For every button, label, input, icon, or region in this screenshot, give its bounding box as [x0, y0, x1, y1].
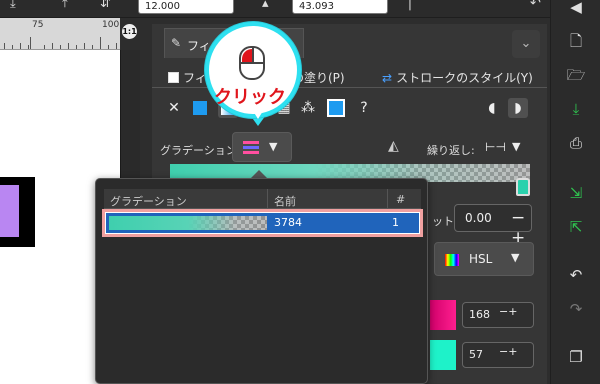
- channel-value: 57: [469, 348, 483, 361]
- tab-fill[interactable]: フィ: [168, 69, 207, 86]
- gradient-usage-count: 1: [392, 216, 399, 229]
- channel-swatch[interactable]: [430, 300, 456, 330]
- tab-stroke-style[interactable]: ⇄ ストロークのスタイル(Y): [382, 69, 533, 86]
- color-mode-select[interactable]: HSL ▼: [434, 242, 534, 276]
- purple-fill-shape[interactable]: [0, 185, 19, 237]
- caret-down-icon: ▼: [511, 251, 520, 264]
- ruler-label: 100: [102, 20, 120, 30]
- fill-checkbox-icon: [168, 72, 179, 83]
- ruler-label: 75: [32, 20, 44, 30]
- undo-icon[interactable]: ↶: [565, 264, 587, 286]
- color-wheel-icon: [445, 254, 459, 266]
- offset-field[interactable]: 0.00 −+: [454, 204, 532, 248]
- pen-icon: ✎: [171, 36, 182, 50]
- gradient-list-icon: [243, 141, 259, 154]
- redo-icon[interactable]: ↷: [565, 298, 587, 320]
- horizontal-ruler: 75 100: [0, 18, 120, 50]
- pattern-icon[interactable]: ⁂: [298, 98, 318, 118]
- chevron-down-icon[interactable]: ⌄: [512, 30, 540, 58]
- channel-row: 57 −+: [430, 340, 535, 370]
- stepper-icon[interactable]: −+: [499, 345, 517, 358]
- swatch-button[interactable]: [326, 98, 346, 118]
- channel-row: 168 −+: [430, 300, 535, 330]
- import-icon[interactable]: ⇲: [565, 182, 587, 204]
- fill-rule-nonzero-icon[interactable]: ◗: [508, 98, 528, 118]
- undo-icon[interactable]: ↶: [530, 0, 541, 11]
- gradient-stop-handle[interactable]: [516, 178, 530, 196]
- tab-label: フィ: [187, 39, 211, 53]
- callout-text: クリック: [214, 87, 286, 108]
- channel-value: 168: [469, 308, 490, 321]
- tab-stroke-style-label: ストロークのスタイル(Y): [396, 71, 533, 85]
- mouse-left-click-icon: [239, 46, 265, 80]
- back-arrow-icon[interactable]: ◀: [565, 0, 587, 18]
- repeat-mode-icon[interactable]: ⊢⊣: [485, 140, 506, 154]
- y-coordinate-field[interactable]: 43.093: [292, 0, 388, 14]
- app-window: ⤓ ⤒ ⇵ 12.000 ▴ 43.093 │ ↶ 75 100 1:1 ✎ フ…: [0, 0, 600, 384]
- print-icon[interactable]: ⎙: [565, 132, 587, 154]
- new-document-icon[interactable]: 🗋: [565, 30, 587, 52]
- gradient-label: グラデーション:: [160, 144, 241, 157]
- gradient-list-popup: グラデーション 名前 # 3784 1: [95, 178, 428, 384]
- popup-header: グラデーション 名前 #: [104, 189, 421, 209]
- channel-field[interactable]: 57 −+: [462, 342, 534, 368]
- channel-swatch[interactable]: [430, 340, 456, 370]
- fill-rule-evenodd-icon[interactable]: ◖: [482, 98, 502, 118]
- channel-field[interactable]: 168 −+: [462, 302, 534, 328]
- column-gradient[interactable]: グラデーション: [110, 193, 187, 209]
- export-icon[interactable]: ⇱: [565, 216, 587, 238]
- right-dock-toolbar: ◀ 🗋 🗁 ⤓ ⎙ ⇲ ⇱ ↶ ↷ ❐: [550, 0, 600, 384]
- stroke-style-icon: ⇄: [382, 71, 393, 85]
- column-name[interactable]: 名前: [274, 193, 296, 209]
- flat-color-button[interactable]: [190, 98, 210, 118]
- color-mode-value: HSL: [469, 252, 493, 266]
- ruler-corner: 1:1: [120, 18, 140, 50]
- top-toolbar: ⤓ ⤒ ⇵ 12.000 ▴ 43.093 │ ↶: [0, 0, 600, 18]
- transform-icon[interactable]: ⤒: [62, 0, 68, 11]
- arrow-icon[interactable]: ⤓: [10, 0, 16, 11]
- caret-down-icon[interactable]: ▼: [512, 140, 520, 153]
- x-coordinate-field[interactable]: 12.000: [138, 0, 234, 14]
- lock-icon[interactable]: ▴: [262, 0, 269, 11]
- stepper-icon[interactable]: │: [406, 0, 414, 11]
- stepper-icon[interactable]: −+: [499, 305, 517, 318]
- gradient-selector-button[interactable]: ▼: [232, 132, 292, 162]
- repeat-label: 繰り返し:: [427, 144, 475, 157]
- gradient-name: 3784: [274, 216, 302, 229]
- column-count[interactable]: #: [396, 193, 405, 206]
- caret-down-icon: ▼: [269, 140, 278, 153]
- reverse-gradient-icon[interactable]: ◭: [388, 138, 399, 154]
- no-paint-icon[interactable]: ✕: [164, 98, 184, 118]
- unset-paint-button[interactable]: ?: [354, 98, 374, 118]
- zoom-badge[interactable]: 1:1: [122, 24, 137, 39]
- save-icon[interactable]: ⤓: [565, 98, 587, 120]
- flip-icon[interactable]: ⇵: [100, 0, 111, 11]
- offset-value: 0.00: [465, 211, 492, 225]
- gradient-list-item[interactable]: 3784 1: [102, 209, 423, 237]
- copy-icon[interactable]: ❐: [565, 346, 587, 368]
- open-folder-icon[interactable]: 🗁: [565, 64, 587, 86]
- gradient-preview: [109, 216, 267, 230]
